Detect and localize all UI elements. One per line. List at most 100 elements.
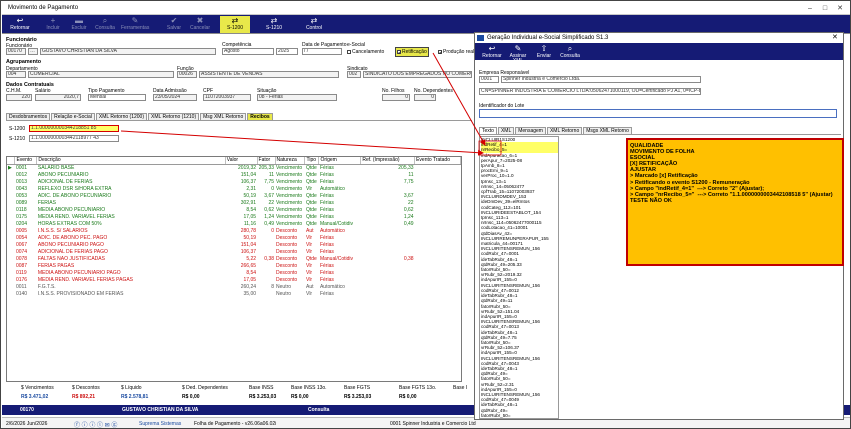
grid-header-cell[interactable]: Evento Tratado: [414, 157, 461, 165]
grid-header-cell[interactable]: Origem: [318, 157, 362, 165]
close-icon[interactable]: ✕: [832, 3, 848, 14]
grid-header-cell[interactable]: Descrição: [36, 157, 226, 165]
grid-header-cell[interactable]: [7, 157, 16, 165]
maximize-icon[interactable]: □: [817, 3, 833, 14]
tab-3[interactable]: XML Retorno (1210): [148, 113, 200, 120]
lote-field[interactable]: [479, 109, 837, 118]
toolbar-excluir-button[interactable]: ▬ Excluir: [65, 16, 93, 33]
table-row[interactable]: 0013 ADICIONAL DE FERIAS 106,37 7,75 Vencime…: [7, 178, 461, 185]
dialog-close-icon[interactable]: ✕: [832, 33, 838, 43]
recibo-field[interactable]: 1.1.0000000003442118977 43: [29, 135, 119, 142]
dialog-enviar-button[interactable]: ⇧ Enviar: [531, 44, 557, 61]
grid-cell: [7, 171, 15, 178]
chm-field[interactable]: 220: [6, 94, 32, 101]
tab-0[interactable]: Desdobramentos: [6, 113, 51, 120]
dialog-tab-1[interactable]: XML: [497, 127, 515, 134]
grid-header-cell[interactable]: Tipo: [304, 157, 320, 165]
grid-cell: [415, 283, 461, 290]
grid-cell: 0,38: [264, 255, 275, 262]
sindicato-code[interactable]: 002: [347, 71, 361, 78]
grid-header-cell[interactable]: Valor: [225, 157, 258, 165]
situacao-field[interactable]: 08 - Férias: [257, 94, 337, 101]
table-row[interactable]: 0118 MEDIA ABONO PECUNIARIO 8,54 0,62 Vencim…: [7, 206, 461, 213]
minimize-icon[interactable]: –: [802, 3, 818, 14]
funcao-code[interactable]: 00026: [177, 71, 197, 78]
table-row[interactable]: 0087 FERIAS PAGAS 266,65 Desconto Vlr Férias: [7, 262, 461, 269]
toolbar-s-1210-button[interactable]: ⇄ S-1210: [260, 16, 288, 33]
dialog-assinar-xml-button[interactable]: ✎ Assinar XML: [505, 44, 531, 64]
toolbar-incluir-button[interactable]: + Incluir: [39, 16, 67, 33]
toolbar-retornar-button[interactable]: ↩ Retornar: [6, 16, 34, 33]
grid-header-cell[interactable]: Natureza: [275, 157, 306, 165]
table-row[interactable]: 0011 F.G.T.S. 260,24 8 Neutro Aut Automático: [7, 283, 461, 290]
table-row[interactable]: 0043 REFLEXO DSR S/HORA EXTRA 2,31 0 Vencime…: [7, 185, 461, 192]
departamento-code[interactable]: 004: [6, 71, 26, 78]
table-row[interactable]: 0053 ADIC. DE ABONO PECUNIARIO 50,19 3,67 Ve…: [7, 192, 461, 199]
grid-header-cell[interactable]: Evento: [14, 157, 38, 165]
admissao-field[interactable]: 23/05/2024: [153, 94, 197, 101]
tipo-pagamento-select[interactable]: Mensal: [88, 94, 146, 101]
data-pagamento-field[interactable]: / /: [302, 48, 342, 55]
grid-header-cell[interactable]: Fator: [257, 157, 276, 165]
funcionario-code[interactable]: 00170: [6, 48, 26, 55]
dialog-consulta-button[interactable]: ⌕ Consulta: [557, 44, 583, 61]
grid-cell: 280,78: [240, 227, 257, 234]
table-row[interactable]: 0054 ADIC. DE ABONO PEC. PAGO 50,19 Descont…: [7, 234, 461, 241]
salario-field[interactable]: 2020,7: [35, 94, 81, 101]
recibo-field[interactable]: 1.1.000000000344218851 85: [29, 125, 119, 132]
empresa-name[interactable]: Spinner Industria e Comercio Ltda.: [501, 76, 701, 83]
funcao-name[interactable]: ASSISTENTE DE VENDAS: [199, 71, 339, 78]
producao-real-checkbox[interactable]: ✔Produção real: [438, 49, 474, 55]
toolbar-cancelar-button[interactable]: ✖ Cancelar: [186, 16, 214, 33]
competencia-ano[interactable]: 2025: [276, 48, 298, 55]
toolbar-consulta-button[interactable]: ⌕ Consulta: [91, 16, 119, 33]
table-row[interactable]: 0067 ABONO PECUNIARIO PAGO 151,04 Desconto V…: [7, 241, 461, 248]
social-icons[interactable]: ⓕ ⓘ ⓘ ⓛ ✉ ⓖ: [74, 420, 117, 428]
tab-4[interactable]: Msg XML Retorno: [200, 113, 247, 120]
table-row[interactable]: 0074 ADICIONAL DE FERIAS PAGO 106,37 Descon…: [7, 248, 461, 255]
filhos-field[interactable]: 0: [382, 94, 410, 101]
toolbar-salvar-button[interactable]: ✔ Salvar: [160, 16, 188, 33]
table-row[interactable]: 0005 I.N.S.S. S/ SALARIOS 280,78 0 Desconto A…: [7, 227, 461, 234]
sindicato-name[interactable]: SINDICATO DOS EMPREGADOS NO COMERCIO: [363, 71, 472, 78]
empresa-code[interactable]: 0001: [479, 76, 499, 83]
toolbar-s-1200-button[interactable]: ⇄ S-1200: [220, 16, 250, 33]
table-row[interactable]: 0089 FERIAS 302,91 22 Vencimento Qtde Férias 22: [7, 199, 461, 206]
dialog-retornar-button[interactable]: ↩ Retornar: [479, 44, 505, 61]
table-row[interactable]: ▶ 0001 SALARIO BASE 2019,32 205,33 Vencimento…: [7, 164, 461, 171]
dialog-tab-2[interactable]: Mensagem: [515, 127, 546, 134]
cpf-field[interactable]: 11072003937: [203, 94, 251, 101]
table-row[interactable]: 0012 ABONO PECUNIARIO 151,04 11 Vencimento Qt…: [7, 171, 461, 178]
tab-2[interactable]: XML Retorno (1200): [95, 113, 148, 120]
dependentes-field[interactable]: 0: [414, 94, 436, 101]
grid-header-cell[interactable]: Ref. (Impressão): [360, 157, 416, 165]
cancelamento-checkbox[interactable]: Cancelamento: [347, 49, 384, 55]
toolbar-control-button[interactable]: ⇄ Control: [300, 16, 328, 33]
grid-cell: [415, 241, 461, 248]
table-row[interactable]: 0175 MEDIA REND. VARIAVEL FERIAS 17,05 1,24…: [7, 213, 461, 220]
toolbar-label: S-1200: [226, 25, 244, 31]
taskbar-program: Folha de Pagamento - v26.06a06.02i: [194, 421, 277, 427]
departamento-name[interactable]: COMERCIAL: [28, 71, 174, 78]
grid-cell: [415, 206, 461, 213]
table-row[interactable]: 0078 FALTAS NAO JUSTIFICADAS 5,22 0,38 Desco…: [7, 255, 461, 262]
dialog-tab-3[interactable]: XML Retorno: [546, 127, 583, 134]
grid-cell: [415, 213, 461, 220]
table-row[interactable]: 0204 HORAS EXTRAS COM 50% 11,16 0,49 Vencime…: [7, 220, 461, 227]
search-icon[interactable]: …: [28, 48, 38, 55]
table-row[interactable]: 0140 I.N.S.S. PROVISIONADO EM FERIAS 35,00…: [7, 290, 461, 297]
tab-5[interactable]: Recibos: [247, 113, 273, 120]
xml-text-area[interactable]: INCLUIR1S1200 indRetif_4=1 nrRecibo_5= indA…: [479, 136, 559, 419]
grid-cell: Automático: [319, 227, 345, 234]
funcionario-name[interactable]: GUSTAVO CHRISTIAN DA SILVA: [40, 48, 216, 55]
grid-cell: [361, 185, 415, 192]
competencia-mes[interactable]: Agosto: [222, 48, 274, 55]
dialog-tab-0[interactable]: Texto: [479, 127, 497, 134]
retificacao-checkbox[interactable]: ✔Retificação: [395, 47, 429, 57]
tab-1[interactable]: Relação e-Social: [51, 113, 95, 120]
table-row[interactable]: 0176 MEDIA REND. VARIAVEL FERIAS PAGAS 17,…: [7, 276, 461, 283]
toolbar-ferramentas-button[interactable]: ✎ Ferramentas: [121, 16, 149, 33]
table-row[interactable]: 0119 MEDIA ABONO PECUNIARIO PAGO 8,54 Desco…: [7, 269, 461, 276]
certificado-select[interactable]: CN=SPINNER INDUSTRIA E COMERCIO LTDA:050…: [479, 88, 701, 95]
dialog-tab-4[interactable]: Msgs XML Retorno: [583, 127, 632, 134]
